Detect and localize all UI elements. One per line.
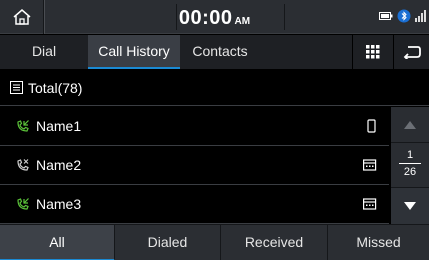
filter-dialed[interactable]: Dialed — [115, 225, 221, 260]
filter-received[interactable]: Received — [221, 225, 328, 260]
page-divider — [399, 163, 421, 164]
total-pages: 26 — [403, 166, 417, 178]
status-icons — [379, 9, 427, 23]
back-icon — [403, 46, 421, 59]
call-list-item[interactable]: Name2 — [0, 146, 389, 185]
caller-name: Name1 — [36, 118, 82, 134]
grid-icon — [365, 45, 379, 59]
call-history-list: Name1 Name2 Name3 — [0, 107, 389, 224]
page-indicator: 1 26 — [391, 144, 429, 186]
current-page: 1 — [406, 149, 414, 161]
caller-name: Name3 — [36, 196, 82, 212]
battery-icon — [379, 12, 393, 20]
triangle-down-icon — [404, 202, 416, 210]
call-list-item[interactable]: Name1 — [0, 107, 389, 146]
received-call-icon — [16, 119, 34, 133]
scroll-up-button[interactable] — [391, 107, 429, 143]
clock-time: 00:00 — [178, 7, 233, 29]
bluetooth-icon — [397, 9, 411, 23]
missed-call-icon — [16, 158, 34, 172]
total-count-row: Total(78) — [0, 70, 429, 106]
keypad-button[interactable] — [352, 35, 392, 69]
list-scroller: 1 26 — [391, 107, 429, 224]
call-list-item[interactable]: Name3 — [0, 185, 389, 224]
back-button[interactable] — [393, 35, 429, 69]
received-call-icon — [16, 197, 34, 211]
filter-all[interactable]: All — [0, 225, 115, 260]
list-icon — [10, 80, 24, 95]
clock: 00:00 AM — [0, 0, 429, 34]
triangle-up-icon — [404, 120, 416, 129]
scroll-down-button[interactable] — [391, 187, 429, 224]
signal-icon — [415, 10, 426, 22]
tab-dial[interactable]: Dial — [0, 35, 88, 69]
clock-ampm: AM — [234, 16, 251, 27]
status-divider — [284, 4, 285, 30]
total-count-label: Total(78) — [28, 79, 83, 96]
status-bar: 00:00 AM — [0, 0, 429, 34]
caller-name: Name2 — [36, 157, 82, 173]
mobile-phone-icon — [367, 119, 377, 136]
filter-missed[interactable]: Missed — [328, 225, 429, 260]
call-filter-bar: All Dialed Received Missed — [0, 224, 429, 260]
office-phone-icon — [363, 158, 377, 174]
tab-contacts[interactable]: Contacts — [180, 35, 260, 69]
office-phone-icon — [363, 197, 377, 213]
tab-bar: Dial Call History Contacts — [0, 35, 429, 69]
tab-call-history[interactable]: Call History — [88, 35, 180, 69]
